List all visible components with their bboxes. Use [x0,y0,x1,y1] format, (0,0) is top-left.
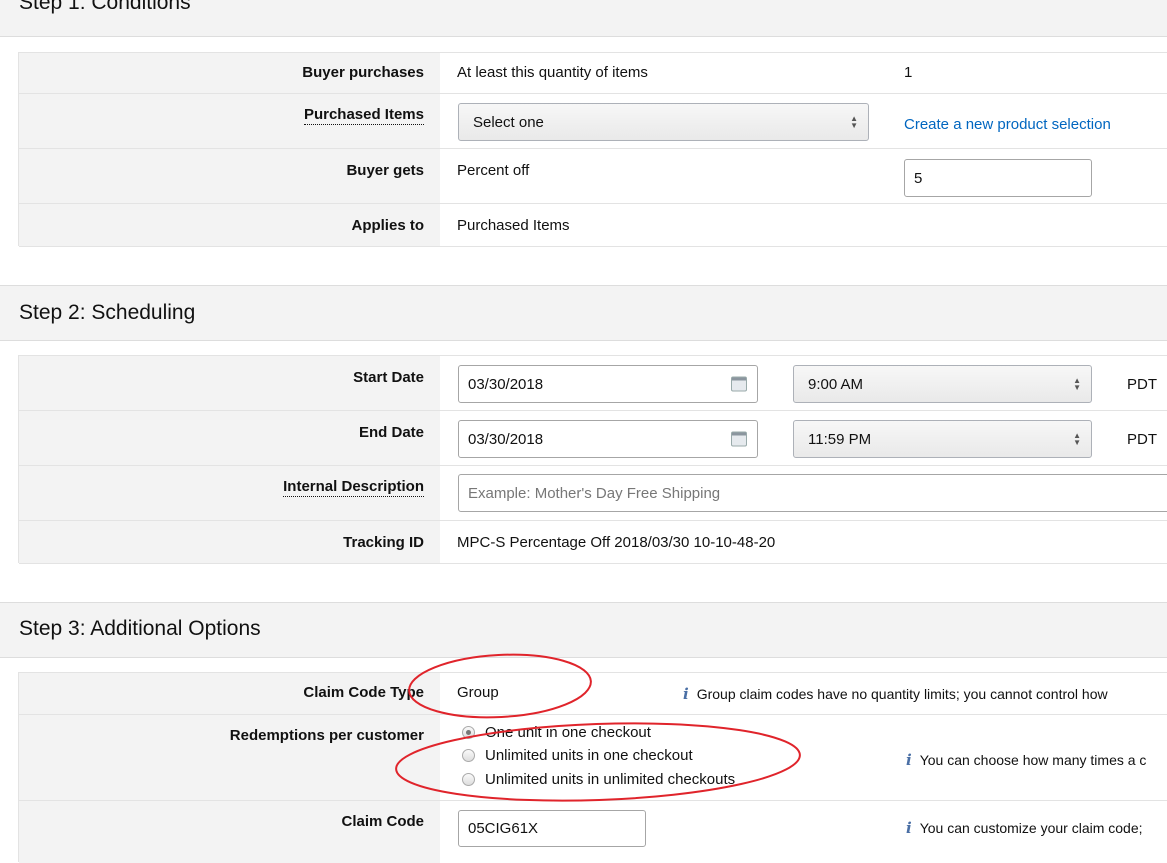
create-product-selection-link[interactable]: Create a new product selection [904,116,1111,133]
row-end-date: End Date 03/30/2018 11:59 PM ▲ ▼ PDT [19,411,1167,466]
start-date-label: Start Date [353,369,424,386]
step3-header: Step 3: Additional Options [0,602,1167,658]
buyer-purchases-label: Buyer purchases [302,64,424,81]
row-claim-code-type: Claim Code Type Group i Group claim codes… [19,673,1167,715]
tracking-id-label: Tracking ID [343,534,424,551]
step2-header: Step 2: Scheduling [0,285,1167,341]
purchased-items-selected: Select one [473,113,544,131]
radio-icon[interactable] [462,773,475,786]
purchased-items-select[interactable]: Select one ▲ ▼ [458,103,869,141]
claim-code-type-value: Group [457,684,499,701]
start-time-select[interactable]: 9:00 AM ▲ ▼ [793,365,1092,403]
row-buyer-purchases: Buyer purchases At least this quantity o… [19,53,1167,94]
step3-title: Step 3: Additional Options [19,617,261,640]
step2-panel: Start Date 03/30/2018 9:00 AM ▲ ▼ PDT End… [18,355,1167,564]
info-icon: i [683,685,689,703]
end-date-label: End Date [358,424,424,441]
info-icon: i [906,751,912,769]
applies-to-value: Purchased Items [457,217,570,234]
claim-code-label: Claim Code [341,813,424,830]
step2-title: Step 2: Scheduling [19,301,196,324]
row-redemptions: Redemptions per customer One unit in one… [19,715,1167,801]
row-applies-to: Applies to Purchased Items [19,204,1167,247]
claim-code-input[interactable]: 05CIG61X [458,810,646,847]
radio-icon[interactable] [462,726,475,739]
buyer-gets-value: Percent off [457,162,530,179]
row-tracking-id: Tracking ID MPC-S Percentage Off 2018/03… [19,521,1167,564]
row-internal-description: Internal Description Example: Mother's D… [19,466,1167,521]
percent-off-input[interactable]: 5 [904,159,1092,197]
internal-description-input[interactable]: Example: Mother's Day Free Shipping [458,474,1167,512]
claim-code-type-label: Claim Code Type [303,684,424,701]
step1-header: Step 1: Conditions [0,0,1167,37]
start-date-input[interactable]: 03/30/2018 [458,365,758,403]
row-buyer-gets: Buyer gets Percent off 5 [19,149,1167,204]
purchased-items-label[interactable]: Purchased Items [303,106,424,125]
start-timezone: PDT [1127,376,1157,393]
step1-title: Step 1: Conditions [19,0,191,14]
row-purchased-items: Purchased Items Select one ▲ ▼ Create a n… [19,94,1167,149]
calendar-icon[interactable] [731,376,747,392]
select-arrows-icon: ▲ ▼ [1073,376,1081,392]
row-start-date: Start Date 03/30/2018 9:00 AM ▲ ▼ PDT [19,356,1167,411]
step1-panel: Buyer purchases At least this quantity o… [18,52,1167,247]
redemptions-info: i You can choose how many times a c [906,751,1147,769]
tracking-id-value: MPC-S Percentage Off 2018/03/30 10-10-48… [457,534,776,551]
radio-option-one-unit[interactable]: One unit in one checkout [462,724,651,741]
applies-to-label: Applies to [351,217,424,234]
end-date-input[interactable]: 03/30/2018 [458,420,758,458]
redemptions-label: Redemptions per customer [229,727,424,744]
info-icon: i [906,819,912,837]
radio-icon[interactable] [462,749,475,762]
select-arrows-icon: ▲ ▼ [850,114,858,130]
radio-option-unlimited-one[interactable]: Unlimited units in one checkout [462,747,693,764]
row-claim-code: Claim Code 05CIG61X i You can customize y… [19,801,1167,863]
end-timezone: PDT [1127,431,1157,448]
calendar-icon[interactable] [731,431,747,447]
claim-code-info: i You can customize your claim code; [906,819,1143,837]
buyer-purchases-quantity: 1 [904,64,913,81]
end-time-select[interactable]: 11:59 PM ▲ ▼ [793,420,1092,458]
radio-option-unlimited-unlimited[interactable]: Unlimited units in unlimited checkouts [462,771,735,788]
buyer-gets-label: Buyer gets [346,162,424,179]
step3-panel: Claim Code Type Group i Group claim codes… [18,672,1167,863]
select-arrows-icon: ▲ ▼ [1073,431,1081,447]
buyer-purchases-value: At least this quantity of items [457,64,648,81]
claim-code-type-info: i Group claim codes have no quantity limi… [683,685,1108,703]
internal-description-label[interactable]: Internal Description [283,478,424,497]
